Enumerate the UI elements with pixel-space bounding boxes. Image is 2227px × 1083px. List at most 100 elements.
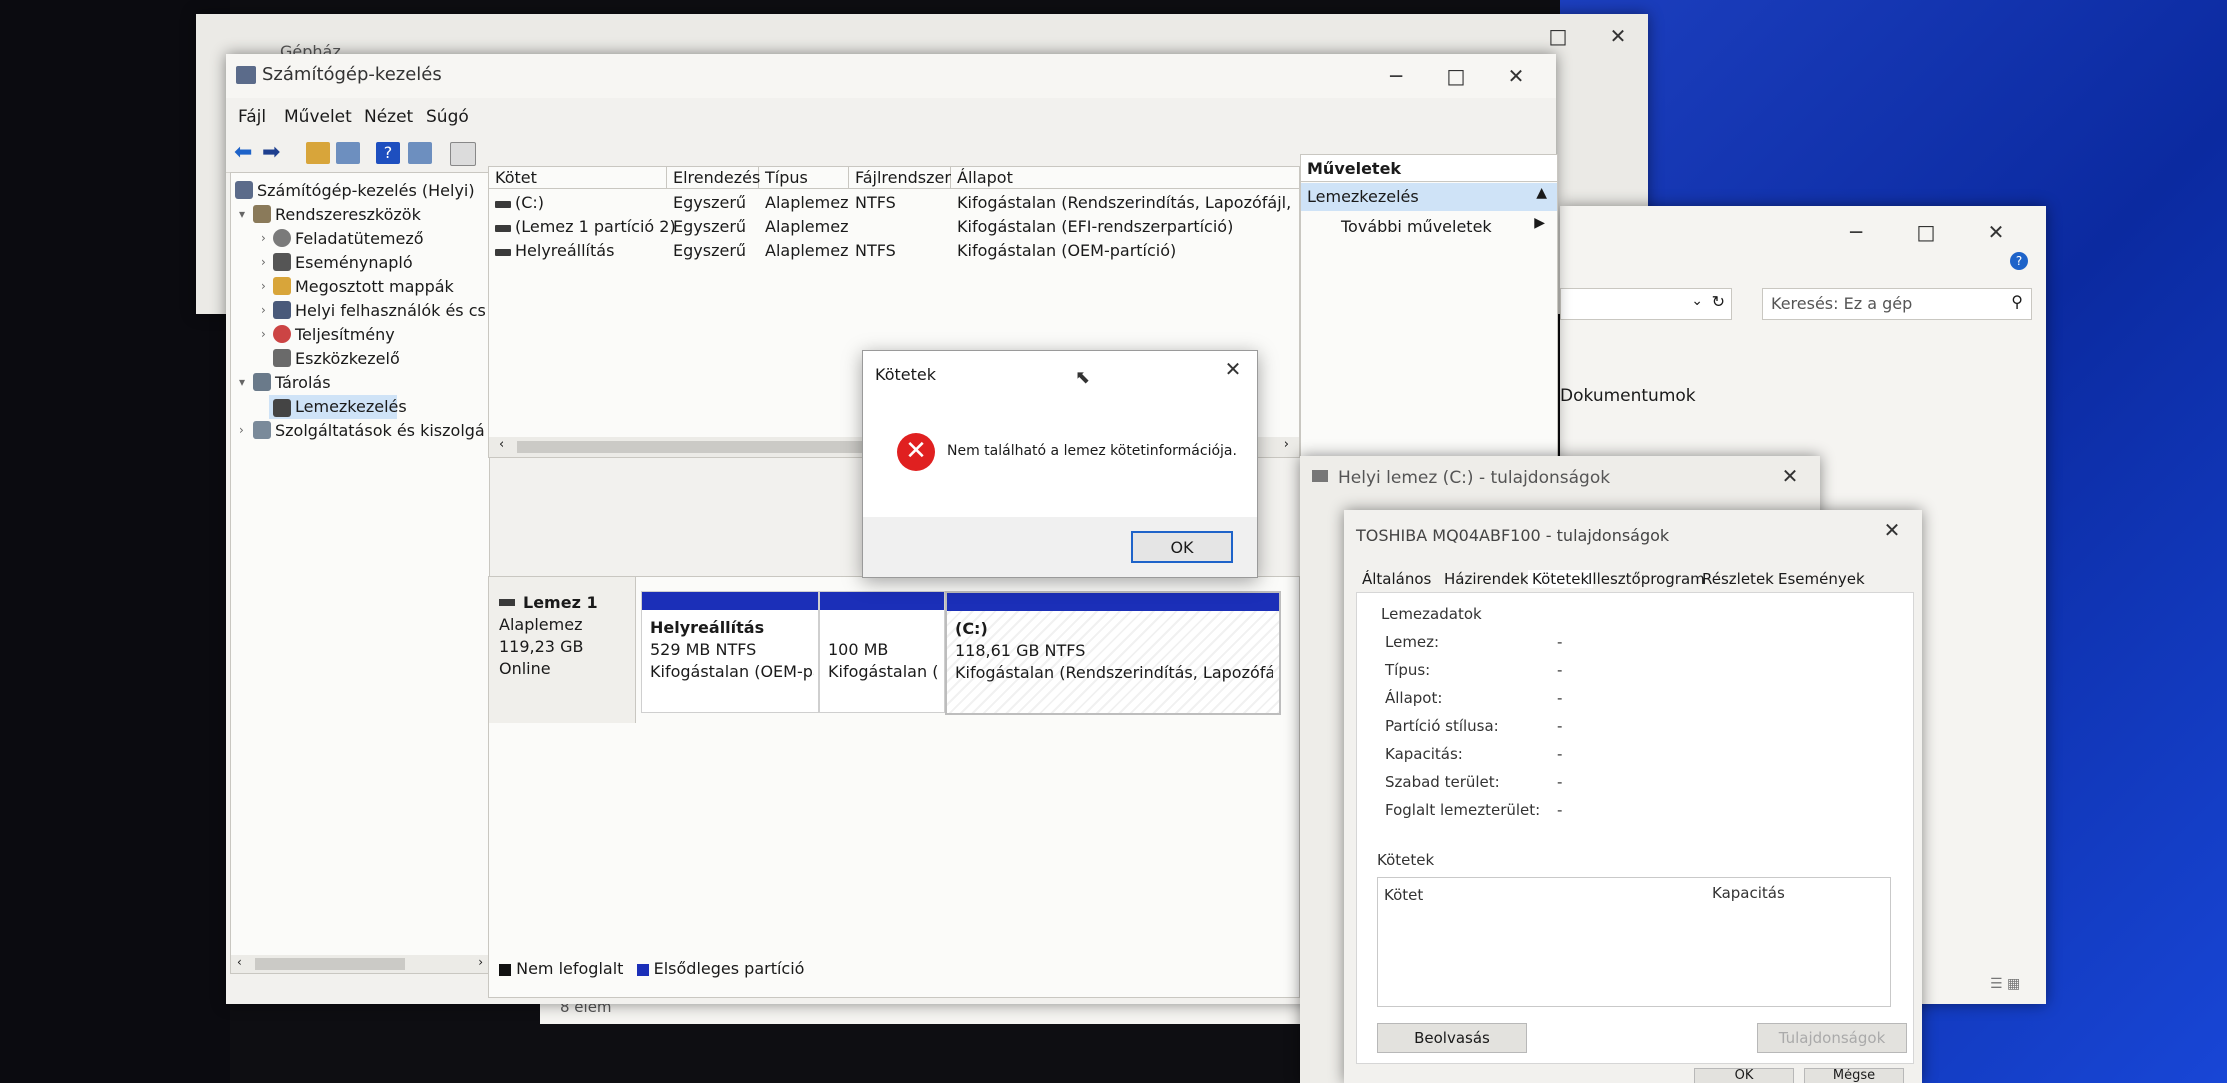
properties-icon[interactable]: [450, 142, 476, 166]
tab-events[interactable]: Események: [1778, 570, 1865, 588]
tree-shared-folders[interactable]: Megosztott mappák: [295, 277, 454, 296]
scroll-thumb[interactable]: [255, 958, 405, 970]
volume-row[interactable]: (C:) Egyszerű Alaplemez NTFS Kifogástala…: [489, 193, 1299, 217]
tree-root[interactable]: Számítógép-kezelés (Helyi): [257, 181, 475, 200]
partition-recovery[interactable]: Helyreállítás 529 MB NTFS Kifogástalan (…: [641, 591, 819, 713]
volume-row[interactable]: Helyreállítás Egyszerű Alaplemez NTFS Ki…: [489, 241, 1299, 265]
minimize-icon[interactable]: ─: [1836, 216, 1876, 248]
help-icon[interactable]: ?: [2010, 252, 2028, 270]
tab-details[interactable]: Részletek: [1702, 570, 1774, 588]
collapse-icon[interactable]: ▾: [239, 207, 245, 221]
close-icon[interactable]: ✕: [1598, 20, 1638, 52]
explorer-item-documents[interactable]: Dokumentumok: [1560, 386, 1696, 406]
field-value: -: [1557, 801, 1563, 819]
expand-icon[interactable]: ›: [261, 327, 266, 341]
column-layout[interactable]: Elrendezés: [667, 167, 760, 189]
scroll-thumb[interactable]: [517, 441, 877, 453]
cancel-button[interactable]: Mégse: [1804, 1068, 1904, 1083]
menu-file[interactable]: Fájl: [238, 107, 266, 127]
column-filesystem[interactable]: Fájlrendszer: [849, 167, 951, 189]
tab-volumes[interactable]: Kötetek: [1528, 570, 1594, 588]
back-icon[interactable]: ⬅: [234, 140, 252, 165]
event-viewer-icon: [273, 253, 291, 271]
show-action-pane-icon[interactable]: [408, 142, 432, 164]
menu-action[interactable]: Művelet: [284, 107, 352, 127]
partition-status: Kifogástalan (Rendszerindítás, Lapozófáj…: [955, 663, 1273, 682]
volume-fs: NTFS: [855, 241, 896, 260]
properties-button[interactable]: Tulajdonságok: [1757, 1023, 1907, 1053]
scroll-right-icon[interactable]: ›: [478, 955, 483, 969]
collapse-icon[interactable]: ▾: [239, 375, 245, 389]
field-value: -: [1557, 717, 1563, 735]
expand-icon[interactable]: ›: [261, 303, 266, 317]
close-icon[interactable]: ✕: [1976, 216, 2016, 248]
collapse-icon[interactable]: ▲: [1536, 185, 1547, 201]
dialog-footer: OK: [863, 517, 1257, 577]
tree-services[interactable]: Szolgáltatások és kiszolgáló: [275, 421, 485, 440]
tree-system-tools[interactable]: Rendszereszközök: [275, 205, 421, 224]
forward-icon[interactable]: ➡: [262, 140, 280, 165]
tree-event-viewer[interactable]: Eseménynapló: [295, 253, 413, 272]
volume-type: Alaplemez: [765, 217, 849, 236]
help-icon[interactable]: ?: [376, 142, 400, 164]
scroll-right-icon[interactable]: ›: [1284, 437, 1289, 452]
tree-task-scheduler[interactable]: Feladatütemező: [295, 229, 424, 248]
actions-section[interactable]: Lemezkezelés ▲: [1301, 183, 1557, 211]
show-tree-icon[interactable]: [336, 142, 360, 164]
menu-bar: Fájl Művelet Nézet Súgó: [226, 98, 1556, 136]
expand-icon[interactable]: ›: [261, 279, 266, 293]
scroll-left-icon[interactable]: ‹: [237, 955, 242, 969]
close-icon[interactable]: ✕: [1496, 60, 1536, 92]
field-label: Lemez:: [1385, 633, 1440, 651]
close-icon[interactable]: ✕: [1213, 353, 1253, 385]
search-input[interactable]: Keresés: Ez a gép ⚲: [1762, 288, 2032, 320]
menu-view[interactable]: Nézet: [364, 107, 413, 127]
volume-status: Kifogástalan (EFI-rendszerpartíció): [957, 217, 1234, 236]
maximize-icon[interactable]: □: [1906, 216, 1946, 248]
column-status[interactable]: Állapot: [951, 167, 1299, 189]
close-icon[interactable]: ✕: [1770, 460, 1810, 492]
tab-general[interactable]: Általános: [1362, 570, 1431, 588]
tree-storage[interactable]: Tárolás: [275, 373, 331, 392]
maximize-icon[interactable]: □: [1436, 60, 1476, 92]
up-folder-icon[interactable]: [306, 142, 330, 164]
volume-type: Alaplemez: [765, 193, 849, 212]
view-toggle-icon[interactable]: ☰ ▦: [1990, 976, 2020, 992]
volumes-list[interactable]: Kötet Kapacitás: [1377, 877, 1891, 1007]
field-label: Partíció stílusa:: [1385, 717, 1499, 735]
partition-name: Helyreállítás: [650, 618, 765, 637]
tree-scrollbar[interactable]: ‹ ›: [231, 955, 489, 973]
volumes-error-dialog: Kötetek ✕ ⬉ ✕ Nem található a lemez köte…: [862, 350, 1258, 578]
menu-help[interactable]: Súgó: [426, 107, 469, 127]
tree-local-users[interactable]: Helyi felhasználók és cs: [295, 301, 485, 320]
tab-driver[interactable]: Illesztőprogram: [1588, 570, 1705, 588]
volume-row[interactable]: (Lemez 1 partíció 2) Egyszerű Alaplemez …: [489, 217, 1299, 241]
more-actions[interactable]: További műveletek ▶: [1301, 213, 1557, 241]
users-icon: [273, 301, 291, 319]
scroll-left-icon[interactable]: ‹: [499, 437, 504, 452]
column-volume[interactable]: Kötet: [489, 167, 667, 189]
expand-icon[interactable]: ›: [261, 231, 266, 245]
tree-performance[interactable]: Teljesítmény: [295, 325, 395, 344]
scan-button[interactable]: Beolvasás: [1377, 1023, 1527, 1053]
services-icon: [253, 421, 271, 439]
close-icon[interactable]: ✕: [1872, 514, 1912, 546]
computer-icon: [235, 181, 253, 199]
chevron-down-icon[interactable]: ⌄: [1691, 293, 1703, 309]
minimize-icon[interactable]: ─: [1376, 60, 1416, 92]
address-bar[interactable]: ⌄ ↻: [1560, 288, 1732, 320]
ok-button[interactable]: OK: [1131, 531, 1233, 563]
drive-icon: [1312, 470, 1328, 482]
maximize-icon[interactable]: □: [1538, 20, 1578, 52]
tab-policies[interactable]: Házirendek: [1444, 570, 1529, 588]
column-type[interactable]: Típus: [759, 167, 849, 189]
refresh-icon[interactable]: ↻: [1712, 292, 1725, 311]
tree-device-manager[interactable]: Eszközkezelő: [295, 349, 400, 368]
expand-icon[interactable]: ›: [239, 423, 244, 437]
ok-button[interactable]: OK: [1694, 1068, 1794, 1083]
partition-c[interactable]: (C:) 118,61 GB NTFS Kifogástalan (Rendsz…: [945, 591, 1281, 715]
partition-efi[interactable]: 100 MB Kifogástalan (EF: [819, 591, 945, 713]
disk-info[interactable]: Lemez 1 Alaplemez 119,23 GB Online: [489, 577, 636, 723]
tree-disk-management[interactable]: Lemezkezelés: [295, 397, 407, 416]
expand-icon[interactable]: ›: [261, 255, 266, 269]
